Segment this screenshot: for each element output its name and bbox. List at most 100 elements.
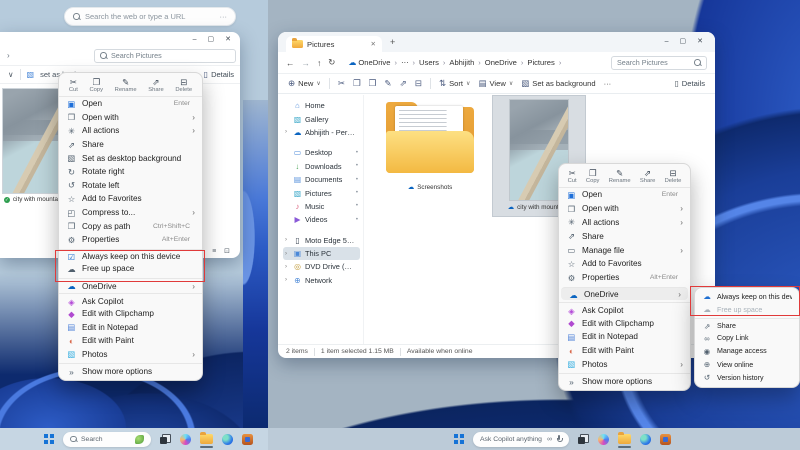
breadcrumb-item[interactable]: OneDrive — [358, 58, 401, 67]
sidebar-item[interactable]: › ▯ Moto Edge 50 Neo — [283, 234, 360, 247]
submenu-item[interactable]: ↺ Version history — [695, 371, 799, 384]
sidebar-item[interactable]: ▤ Documents • — [283, 173, 360, 186]
submenu-item[interactable]: ◉ Manage access — [695, 345, 799, 358]
menu-action-button[interactable]: ⊟ Delete — [175, 78, 192, 93]
file-explorer-icon[interactable] — [200, 434, 213, 444]
menu-action-button[interactable]: ⊟ Delete — [665, 169, 682, 184]
sidebar-item[interactable]: › ⊕ Network — [283, 274, 360, 287]
submenu-item[interactable]: ⊕ View online — [695, 358, 799, 371]
menu-item[interactable]: ☁ OneDrive › — [59, 278, 202, 292]
sidebar-item[interactable]: ↓ Downloads • — [283, 160, 360, 173]
rename-icon[interactable]: ✎ — [384, 78, 391, 89]
more-options-button[interactable]: ··· — [604, 79, 612, 88]
breadcrumb-item[interactable]: OneDrive — [485, 58, 528, 67]
menu-item[interactable]: ▣ Open Enter — [59, 97, 202, 111]
menu-item[interactable]: ✳ All actions › — [559, 216, 690, 230]
menu-item[interactable]: ◈ Ask Copilot — [559, 302, 690, 316]
menu-item[interactable]: ⚙ Properties Alt+Enter — [59, 233, 202, 247]
submenu-item[interactable]: ☁ Free up space — [695, 303, 799, 316]
sidebar-item[interactable]: ▭ Desktop • — [283, 146, 360, 159]
menu-action-button[interactable]: ⇗ Share — [640, 169, 655, 184]
details-button[interactable]: Details — [682, 79, 705, 88]
sidebar-item[interactable]: › ☁ Abhijith - Personal — [283, 126, 360, 139]
menu-item[interactable]: ❐ Open with › — [59, 111, 202, 125]
submenu-item[interactable]: ☁ Always keep on this device — [695, 290, 799, 303]
copy-icon[interactable]: ❐ — [353, 78, 361, 89]
menu-item[interactable]: ⇗ Share — [559, 229, 690, 243]
menu-item[interactable]: ☆ Add to Favorites — [559, 257, 690, 271]
search-input[interactable]: Search Pictures — [94, 49, 236, 63]
cut-icon[interactable]: ✂ — [338, 78, 345, 89]
tab-close-icon[interactable]: ✕ — [371, 40, 376, 48]
folder-tile-screenshots[interactable]: ☁ Screenshots — [378, 101, 482, 191]
task-view-icon[interactable] — [160, 434, 171, 444]
menu-action-button[interactable]: ✎ Rename — [609, 169, 631, 184]
menu-item[interactable]: ⚙ Properties Alt+Enter — [559, 271, 690, 285]
close-button[interactable]: ✕ — [225, 35, 231, 43]
menu-action-button[interactable]: ✂ Cut — [568, 169, 577, 184]
breadcrumb-item[interactable]: Abhijith — [449, 58, 484, 67]
sidebar-item[interactable]: › ▣ This PC — [283, 247, 360, 260]
menu-item[interactable]: ◆ Edit with Clipchamp — [559, 316, 690, 330]
minimize-button[interactable]: – — [665, 38, 669, 45]
menu-item[interactable]: ↺ Rotate left — [59, 179, 202, 193]
maximize-button[interactable]: ▢ — [680, 37, 687, 45]
copilot-icon[interactable] — [180, 434, 191, 445]
submenu-item[interactable]: ∞ Copy Link — [695, 332, 799, 345]
menu-item[interactable]: ▧ Photos › — [559, 358, 690, 372]
menu-item[interactable]: ◐ Edit with Paint — [59, 334, 202, 348]
refresh-button[interactable]: ↻ — [328, 57, 335, 68]
menu-item[interactable]: ◐ Edit with Paint — [559, 344, 690, 358]
new-tab-button[interactable]: + — [390, 37, 395, 47]
menu-item[interactable]: ▧ Set as desktop background — [59, 151, 202, 165]
edge-browser-icon[interactable] — [222, 434, 233, 445]
breadcrumb-item[interactable]: Pictures — [527, 58, 565, 67]
search-input[interactable]: Search Pictures — [611, 56, 707, 70]
maximize-button[interactable]: ▢ — [208, 35, 215, 43]
view-toggle-icons[interactable]: ≡ ⊡ — [212, 247, 233, 255]
menu-item[interactable]: ☁ OneDrive › — [561, 287, 688, 301]
menu-item[interactable]: » Show more options — [559, 373, 690, 387]
more-options-icon[interactable]: ··· — [220, 12, 228, 21]
view-dropdown-chevron-icon[interactable]: ∨ — [8, 70, 14, 79]
minimize-button[interactable]: – — [193, 36, 197, 43]
menu-item[interactable]: ❒ Copy as path Ctrl+Shift+C — [59, 219, 202, 233]
sort-button[interactable]: ⇅ Sort ∨ — [439, 78, 470, 89]
menu-item[interactable]: ▣ Open Enter — [559, 188, 690, 202]
edge-browser-icon[interactable] — [640, 434, 651, 445]
sidebar-item[interactable]: ▧ Gallery — [283, 112, 360, 125]
menu-item[interactable]: ◆ Edit with Clipchamp — [59, 307, 202, 321]
details-button[interactable]: Details — [211, 70, 234, 79]
menu-item[interactable]: ◈ Ask Copilot — [59, 293, 202, 307]
menu-item[interactable]: ▤ Edit in Notepad — [59, 321, 202, 335]
menu-action-button[interactable]: ✎ Rename — [115, 78, 137, 93]
menu-item[interactable]: ☑ Always keep on this device — [59, 249, 202, 263]
menu-item[interactable]: ◰ Compress to... › — [59, 206, 202, 220]
app-icon[interactable] — [242, 434, 253, 445]
start-button[interactable] — [454, 434, 464, 444]
menu-action-button[interactable]: ✂ Cut — [69, 78, 78, 93]
menu-item[interactable]: ↻ Rotate right — [59, 165, 202, 179]
sidebar-item[interactable]: ⌂ Home — [283, 99, 360, 112]
tab-pictures[interactable]: Pictures ✕ — [286, 36, 382, 52]
menu-item[interactable]: ⇗ Share — [59, 138, 202, 152]
menu-item[interactable]: ▭ Manage file › — [559, 243, 690, 257]
microphone-icon[interactable] — [556, 435, 562, 444]
task-view-icon[interactable] — [578, 434, 589, 444]
view-button[interactable]: ▤ View ∨ — [478, 78, 513, 89]
paste-icon[interactable]: ❒ — [369, 78, 377, 89]
file-explorer-icon[interactable] — [618, 434, 631, 444]
menu-item[interactable]: ✳ All actions › — [59, 124, 202, 138]
menu-item[interactable]: ▧ Photos › — [59, 348, 202, 362]
breadcrumb[interactable]: › — [7, 51, 10, 60]
back-button[interactable]: ← — [286, 58, 295, 68]
menu-item[interactable]: ▤ Edit in Notepad — [559, 330, 690, 344]
submenu-item[interactable]: ⇗ Share — [695, 318, 799, 331]
web-search-bar[interactable]: Search the web or type a URL ··· — [64, 7, 236, 26]
forward-button[interactable]: → — [302, 58, 311, 68]
menu-item[interactable]: ☆ Add to Favorites — [59, 192, 202, 206]
sidebar-item[interactable]: › ◎ DVD Drive (D:) CCC — [283, 260, 360, 273]
copilot-search-box[interactable]: Ask Copilot anything ∞ — [473, 432, 569, 447]
close-button[interactable]: ✕ — [697, 37, 703, 45]
share-icon[interactable]: ⇗ — [400, 78, 407, 89]
